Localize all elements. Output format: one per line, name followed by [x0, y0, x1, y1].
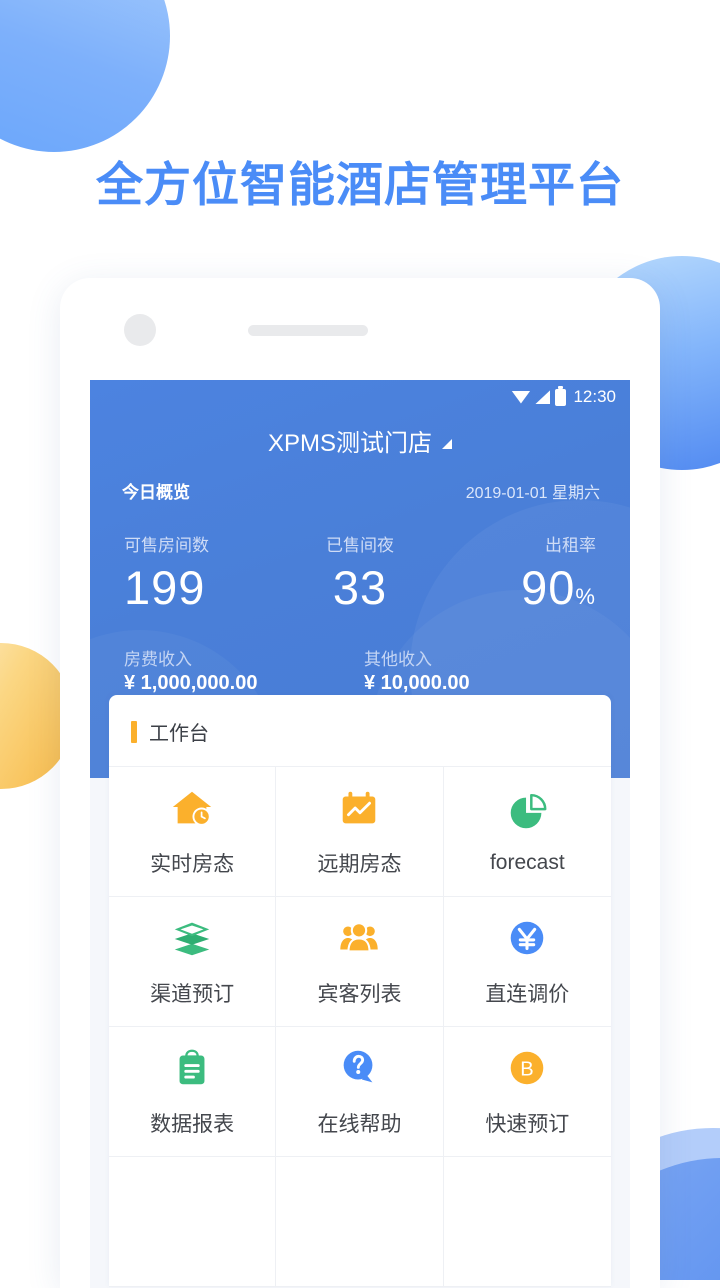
- phone-top-bezel: [60, 278, 660, 380]
- workbench-item-label: forecast: [489, 851, 565, 874]
- clipboard-icon: [179, 1049, 205, 1085]
- workbench-item-data-report[interactable]: 数据报表: [109, 1027, 277, 1157]
- b-circle-icon: B: [511, 1051, 544, 1085]
- workbench-item-partial[interactable]: [276, 1157, 444, 1287]
- workbench-item-partial[interactable]: [109, 1157, 277, 1287]
- workbench-item-label: 直连调价: [485, 983, 570, 1006]
- svg-text:B: B: [521, 1059, 534, 1081]
- app-screen: 12:30 XPMS测试门店 今日概览 2019-01-01 星期六 可售房间数…: [90, 380, 630, 1288]
- workbench-item-future-room-status[interactable]: 远期房态: [276, 767, 444, 897]
- page-title: 全方位智能酒店管理平台: [96, 158, 624, 211]
- kpi-available-rooms: 可售房间数 199: [116, 531, 281, 615]
- caret-down-icon: [442, 439, 452, 449]
- workbench-item-direct-price-adjust[interactable]: 直连调价: [443, 897, 611, 1027]
- kpi-number: 199: [124, 561, 206, 614]
- workbench-item-channel-booking[interactable]: 渠道预订: [109, 897, 277, 1027]
- today-overview-label: 今日概览: [122, 483, 190, 502]
- workbench-item-guest-list[interactable]: 宾客列表: [276, 897, 444, 1027]
- kpi-sold-room-nights: 已售间夜 33: [281, 531, 438, 615]
- kpi-unit: %: [575, 584, 596, 609]
- revenue-label: 房费收入: [124, 650, 192, 669]
- kpi-value: 199: [124, 560, 281, 615]
- workbench-item-partial[interactable]: [443, 1157, 611, 1287]
- revenue-label: 其他收入: [364, 650, 432, 669]
- status-bar-time: 12:30: [573, 387, 616, 406]
- camera-dot-icon: [124, 314, 156, 346]
- workbench-item-label: 远期房态: [317, 853, 402, 876]
- workbench-title: 工作台: [149, 723, 209, 745]
- signal-icon: [535, 390, 551, 404]
- workbench-item-label: 渠道预订: [150, 983, 235, 1006]
- kpi-label: 已售间夜: [325, 536, 394, 555]
- workbench-grid: 实时房态 远期房态 forecast 渠道预订 宾客列表 直连调价 数据报表 在…: [109, 766, 611, 1287]
- revenue-value: ¥ 1,000,000.00: [124, 672, 258, 694]
- yuan-circle-icon: [511, 921, 544, 955]
- house-clock-icon: [172, 791, 212, 826]
- phone-mockup: 12:30 XPMS测试门店 今日概览 2019-01-01 星期六 可售房间数…: [60, 278, 660, 1288]
- today-overview-row: 今日概览 2019-01-01 星期六: [90, 466, 630, 503]
- workbench-item-realtime-room-status[interactable]: 实时房态: [109, 767, 277, 897]
- kpi-number: 33: [332, 561, 388, 614]
- workbench-card: 工作台 实时房态 远期房态 forecast 渠道预订 宾客列表 直连调价 数据…: [109, 695, 611, 1287]
- pie-chart-icon: [511, 793, 547, 829]
- workbench-item-label: 实时房态: [150, 853, 235, 876]
- battery-icon: [555, 385, 567, 406]
- wifi-icon: [511, 390, 531, 404]
- kpi-number: 90: [521, 561, 576, 614]
- workbench-item-label: 宾客列表: [317, 983, 402, 1006]
- store-name-label: XPMS测试门店: [267, 429, 432, 457]
- layers-icon: [174, 922, 210, 956]
- workbench-item-quick-booking[interactable]: B 快速预订: [443, 1027, 611, 1157]
- kpi-value: 90%: [439, 560, 596, 615]
- kpi-label: 可售房间数: [124, 536, 209, 555]
- today-date: 2019-01-01 星期六: [465, 485, 600, 502]
- workbench-item-label: 数据报表: [150, 1113, 235, 1136]
- kpi-row: 可售房间数 199 已售间夜 33 出租率 90%: [90, 503, 630, 615]
- chart-card-icon: [343, 791, 376, 824]
- decorative-circle-top-left: [0, 0, 170, 152]
- workbench-header: 工作台: [109, 695, 611, 766]
- speaker-grille-icon: [248, 325, 368, 336]
- workbench-item-forecast[interactable]: forecast: [443, 767, 611, 897]
- status-bar: 12:30: [90, 380, 630, 414]
- accent-bar-icon: [131, 720, 137, 743]
- revenue-value: ¥ 10,000.00: [364, 672, 470, 694]
- kpi-occupancy-rate: 出租率 90%: [439, 531, 604, 615]
- workbench-item-label: 在线帮助: [317, 1113, 402, 1136]
- help-bubble-icon: [344, 1050, 373, 1083]
- kpi-value: 33: [281, 560, 438, 615]
- store-selector[interactable]: XPMS测试门店: [90, 414, 630, 466]
- workbench-item-label: 快速预订: [485, 1113, 570, 1136]
- people-icon: [340, 922, 379, 953]
- kpi-label: 出租率: [544, 536, 596, 555]
- workbench-item-online-help[interactable]: 在线帮助: [276, 1027, 444, 1157]
